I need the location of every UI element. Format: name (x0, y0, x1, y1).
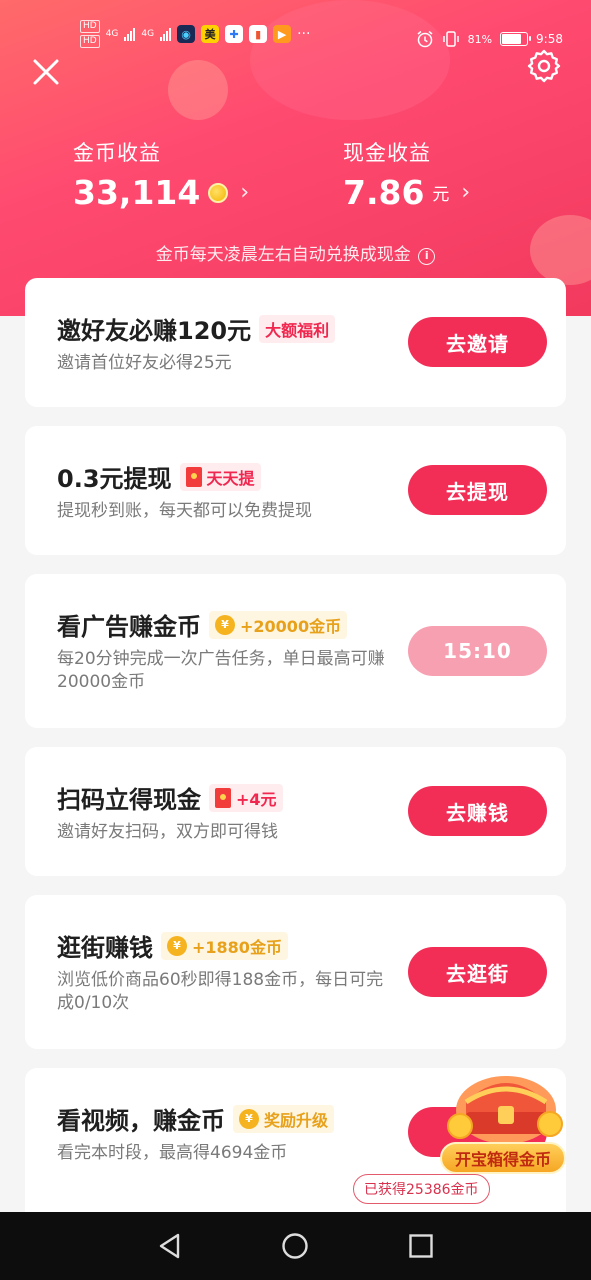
network-type: 4G (105, 29, 119, 39)
hd-badge: HD (80, 20, 100, 33)
earn-money-button[interactable]: 去赚钱 (408, 786, 547, 836)
task-title-row: 邀好友必赚120元 大额福利 (57, 311, 336, 346)
app-notification-icon: ◉ (177, 25, 196, 43)
app-notification-icon: ✚ (225, 25, 244, 43)
task-desc: 邀请好友扫码，双方即可得钱 (57, 822, 278, 842)
task-badge: ¥ 奖励升级 (233, 1104, 335, 1133)
withdraw-button[interactable]: 去提现 (408, 465, 547, 515)
back-triangle-icon (159, 1233, 180, 1259)
task-card: 逛街赚钱 ¥ +1880金币 浏览低价商品60秒即得188金币，每日可完成0/10… (25, 895, 566, 1049)
status-right: 81% 9:58 (416, 30, 563, 48)
clock: 9:58 (536, 32, 563, 46)
network-type: 4G (141, 29, 155, 39)
task-title: 邀好友必赚120元 (57, 317, 252, 345)
task-title-row: 扫码立得现金 +4元 (57, 780, 283, 815)
red-packet-icon (185, 466, 202, 487)
task-desc: 看完本时段，最高得4694金币 (57, 1143, 288, 1163)
task-title-row: 看广告赚金币 ¥ +20000金币 (57, 607, 348, 642)
hd-indicator: HD HD (80, 20, 100, 48)
task-title: 看广告赚金币 (57, 613, 201, 641)
more-notifications-icon: ··· (297, 26, 311, 42)
earned-coins-tip: 已获得25386金币 (353, 1174, 490, 1204)
system-navigation-bar (0, 1212, 591, 1280)
info-icon[interactable]: i (418, 248, 436, 265)
red-packet-icon (215, 787, 231, 808)
task-badge: ¥ +1880金币 (161, 931, 288, 960)
vibrate-icon (442, 31, 459, 47)
task-title-row: 看视频，赚金币 ¥ 奖励升级 (57, 1101, 335, 1136)
battery-level (502, 34, 522, 44)
coin-earnings[interactable]: 金币收益 33,114 › (73, 137, 249, 212)
task-badge-text: +1880金币 (192, 937, 282, 957)
task-badge: 天天提 (179, 462, 261, 491)
task-card: 扫码立得现金 +4元 邀请好友扫码，双方即可得钱 去赚钱 (25, 747, 566, 876)
alarm-icon (417, 30, 433, 48)
video-app-icon: ▶ (273, 25, 292, 43)
task-desc: 每20分钟完成一次广告任务，单日最高可赚20000金币 (57, 649, 385, 692)
coin-earnings-value: 33,114 (73, 173, 201, 212)
cash-earnings-label: 现金收益 (343, 141, 431, 165)
settings-button[interactable] (526, 48, 562, 84)
cash-earnings-value: 7.86 (343, 173, 425, 212)
task-desc: 邀请首位好友必得25元 (57, 353, 232, 373)
task-badge: +4元 (209, 783, 283, 812)
task-desc: 浏览低价商品60秒即得188金币，每日可完成0/10次 (57, 970, 384, 1013)
coin-icon: ¥ (215, 614, 235, 635)
home-circle-icon (282, 1233, 308, 1259)
signal-icon (124, 27, 136, 41)
coin-icon: ¥ (239, 1108, 259, 1129)
ad-countdown-button[interactable]: 15:10 (408, 626, 547, 676)
cash-unit: 元 (432, 185, 450, 205)
nav-back-button[interactable] (156, 1232, 184, 1260)
chevron-right-icon: › (240, 180, 250, 205)
coin-earnings-label: 金币收益 (73, 141, 161, 165)
task-title-row: 逛街赚钱 ¥ +1880金币 (57, 928, 288, 963)
cash-earnings-value-row: 7.86 元 › (343, 173, 470, 212)
exchange-notice-text: 金币每天凌晨左右自动兑换成现金 (155, 245, 411, 265)
task-badge-text: 奖励升级 (264, 1110, 329, 1130)
chevron-right-icon: › (461, 180, 471, 205)
close-icon (33, 59, 59, 85)
task-badge-text: +20000金币 (240, 616, 342, 636)
coin-earnings-value-row: 33,114 › (73, 173, 249, 212)
app-notification-icon: ▮ (249, 25, 268, 43)
decor-bubble (168, 60, 228, 120)
gear-icon (527, 49, 561, 83)
task-badge-text: 大额福利 (265, 320, 330, 340)
invite-button[interactable]: 去邀请 (408, 317, 547, 367)
battery-icon (500, 32, 532, 46)
status-left: HD HD 4G 4G ◉ 美 ✚ ▮ ▶ ··· (80, 20, 310, 48)
exchange-notice: 金币每天凌晨左右自动兑换成现金 i (0, 240, 591, 265)
nav-home-button[interactable] (281, 1232, 309, 1260)
task-badge: 大额福利 (259, 314, 336, 343)
task-badge: ¥ +20000金币 (209, 610, 348, 639)
task-card: 看广告赚金币 ¥ +20000金币 每20分钟完成一次广告任务，单日最高可赚200… (25, 574, 566, 728)
cash-earnings[interactable]: 现金收益 7.86 元 › (343, 137, 470, 212)
task-title-row: 0.3元提现 天天提 (57, 459, 261, 494)
recent-apps-square-icon (409, 1234, 433, 1258)
gold-coin-icon (208, 182, 229, 203)
treasure-chest-icon (447, 1076, 563, 1144)
battery-percent: 81% (467, 32, 493, 46)
task-badge-text: 天天提 (206, 468, 255, 488)
task-card: 邀好友必赚120元 大额福利 邀请首位好友必得25元 去邀请 (25, 278, 566, 407)
task-title: 0.3元提现 (57, 465, 172, 493)
task-desc: 提现秒到账，每天都可以免费提现 (57, 501, 312, 521)
signal-icon (160, 27, 172, 41)
task-title: 逛街赚钱 (57, 934, 153, 962)
task-title: 扫码立得现金 (57, 786, 201, 814)
close-button[interactable] (30, 56, 62, 88)
hd-badge: HD (80, 35, 100, 48)
task-title: 看视频，赚金币 (57, 1107, 225, 1135)
open-chest-label[interactable]: 开宝箱得金币 (440, 1142, 566, 1174)
task-badge-text: +4元 (236, 789, 277, 809)
shopping-button[interactable]: 去逛街 (408, 947, 547, 997)
coin-icon: ¥ (167, 935, 187, 956)
meituan-icon: 美 (201, 25, 220, 43)
nav-recent-apps-button[interactable] (407, 1232, 435, 1260)
task-card: 0.3元提现 天天提 提现秒到账，每天都可以免费提现 去提现 (25, 426, 566, 555)
status-bar: HD HD 4G 4G ◉ 美 ✚ ▮ ▶ ··· 81% 9:58 (0, 16, 591, 56)
